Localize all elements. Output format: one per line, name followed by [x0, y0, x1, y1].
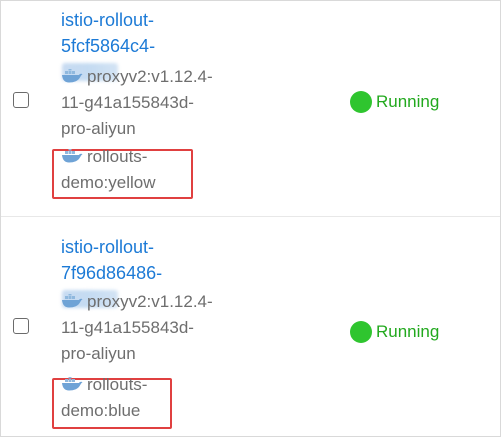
image-text-line: demo:yellow: [61, 173, 156, 192]
pod-list: istio-rollout- 5fcf5864c4- proxyv2:v1.12…: [0, 0, 501, 437]
container-image: proxyv2:v1.12.4- 11-g41a155843d- pro-ali…: [61, 64, 281, 142]
image-text-line: 11-g41a155843d-: [61, 93, 194, 112]
image-text-line: 11-g41a155843d-: [61, 318, 194, 337]
status-dot-icon: [350, 91, 372, 113]
container-image: rollouts- demo:blue: [61, 372, 281, 424]
docker-icon: [61, 69, 83, 83]
container-image: rollouts- demo:yellow: [61, 144, 281, 196]
status-text: Running: [376, 322, 440, 341]
pod-name-line[interactable]: 7f96d86486-: [61, 260, 261, 286]
row-checkbox[interactable]: [13, 92, 29, 108]
status-badge: Running: [350, 91, 439, 113]
container-image: proxyv2:v1.12.4- 11-g41a155843d- pro-ali…: [61, 289, 281, 367]
image-text-line: rollouts-: [87, 147, 148, 166]
pod-name-line[interactable]: istio-rollout-: [61, 7, 261, 33]
pod-name-line[interactable]: 5fcf5864c4-: [61, 33, 261, 59]
table-row: istio-rollout- 7f96d86486- proxyv2:v1.12…: [1, 217, 500, 432]
image-text-line: proxyv2:v1.12.4-: [87, 67, 213, 86]
image-text-line: rollouts-: [87, 375, 148, 394]
status-badge: Running: [350, 321, 439, 343]
image-text-line: pro-aliyun: [61, 119, 136, 138]
status-text: Running: [376, 92, 440, 111]
pod-name-line[interactable]: istio-rollout-: [61, 234, 261, 260]
docker-icon: [61, 377, 83, 391]
docker-icon: [61, 149, 83, 163]
status-dot-icon: [350, 321, 372, 343]
row-checkbox[interactable]: [13, 318, 29, 334]
docker-icon: [61, 294, 83, 308]
image-text-line: pro-aliyun: [61, 344, 136, 363]
image-text-line: demo:blue: [61, 401, 141, 420]
image-text-line: proxyv2:v1.12.4-: [87, 292, 213, 311]
table-row: istio-rollout- 5fcf5864c4- proxyv2:v1.12…: [1, 1, 500, 217]
